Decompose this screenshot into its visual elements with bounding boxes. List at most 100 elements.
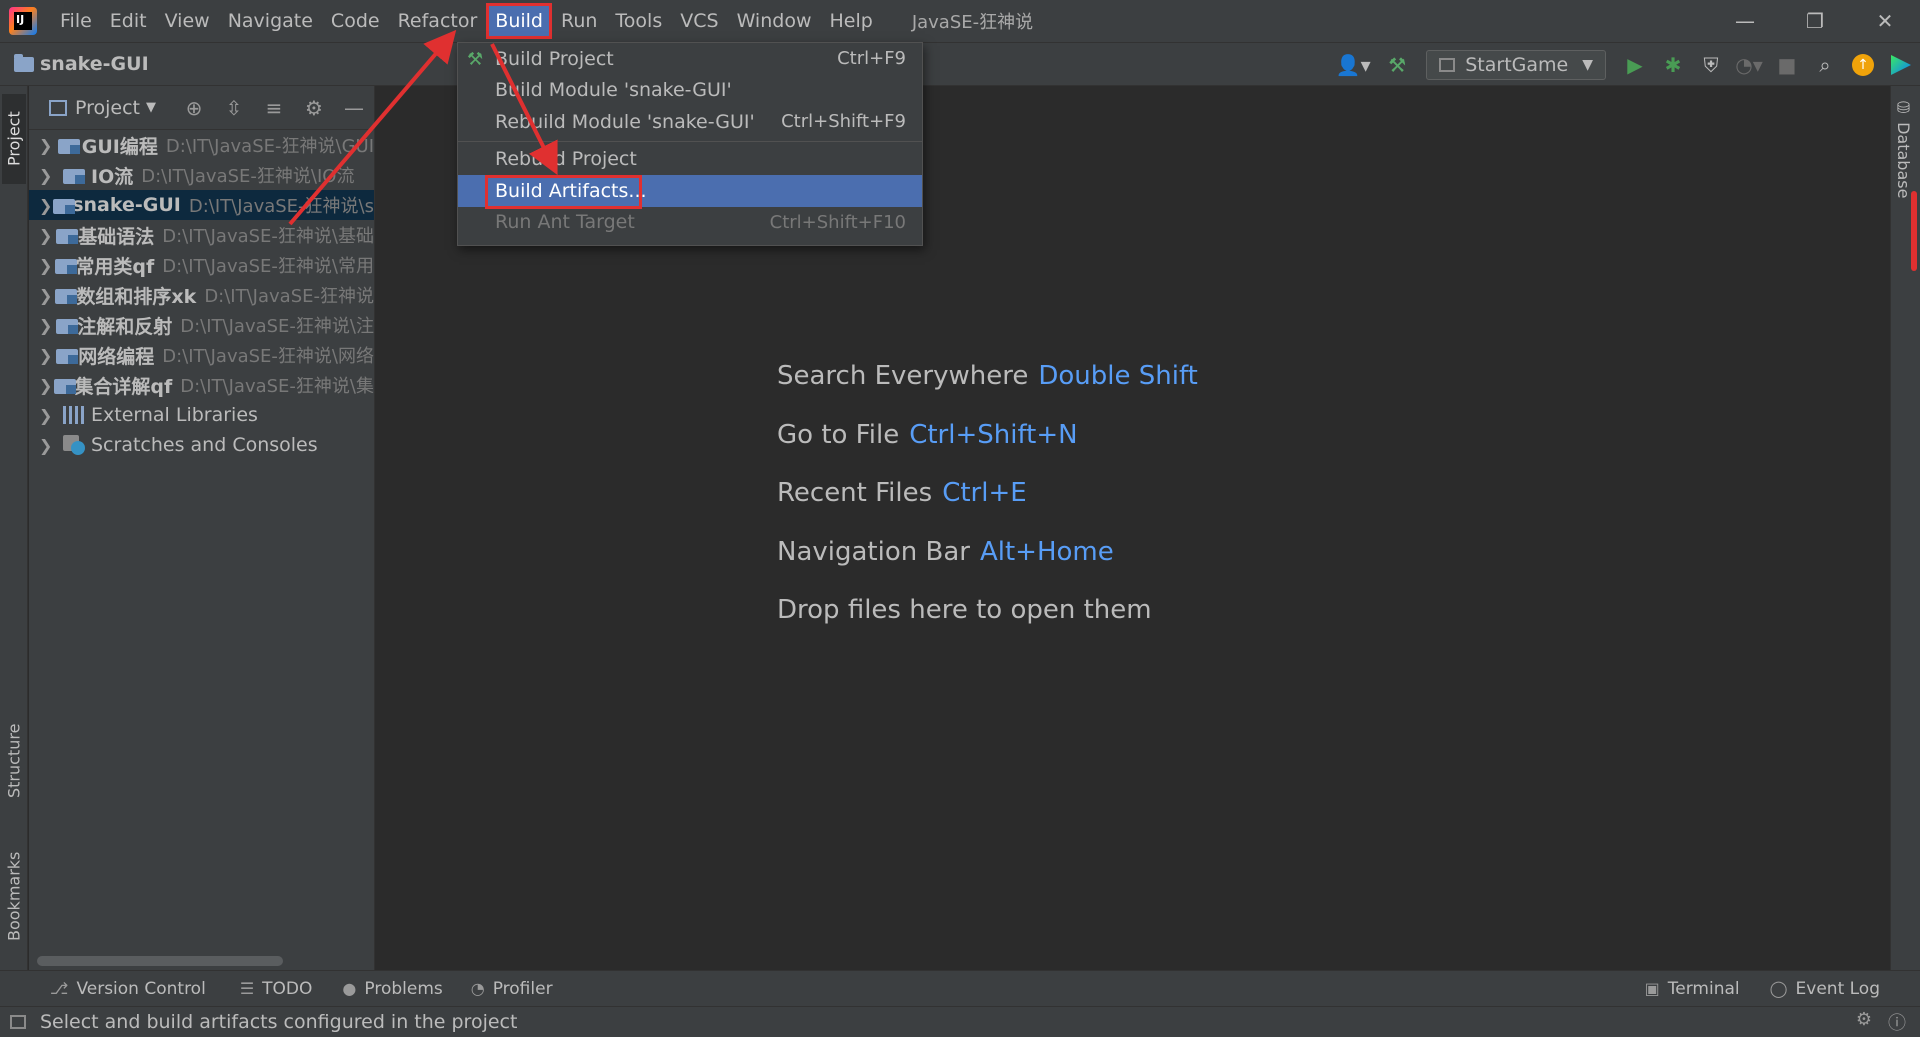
chevron-right-icon[interactable]: ❯ — [39, 196, 53, 215]
tab-structure[interactable]: Structure — [2, 706, 26, 816]
inspections-icon[interactable]: ⚙ — [1856, 1009, 1872, 1035]
chevron-right-icon[interactable]: ❯ — [39, 376, 54, 395]
close-icon[interactable]: ✕ — [1850, 0, 1920, 42]
tool-label: Problems — [364, 978, 443, 999]
menu-refactor[interactable]: Refactor — [389, 3, 487, 39]
tool-problems[interactable]: ● Problems — [342, 979, 442, 999]
tree-item[interactable]: ❯ 注解和反射 D:\IT\JavaSE-狂神说\注 — [29, 310, 374, 340]
restore-icon[interactable]: ❐ — [1780, 0, 1850, 42]
layout-toggle-icon[interactable] — [10, 1015, 26, 1029]
scratches-icon — [63, 435, 85, 455]
tree-item-selected[interactable]: ❯ snake-GUI D:\IT\JavaSE-狂神说\s — [29, 190, 374, 220]
user-icon[interactable]: 👤▾ — [1328, 43, 1378, 87]
tab-database[interactable]: ⛁ Database — [1894, 98, 1913, 198]
menu-item-rebuild-project[interactable]: Rebuild Project — [458, 144, 922, 176]
chevron-right-icon[interactable]: ❯ — [39, 286, 55, 305]
menu-view[interactable]: View — [156, 3, 219, 39]
tree-item-scratches[interactable]: ❯ Scratches and Consoles — [29, 430, 374, 460]
module-icon — [54, 376, 77, 394]
chevron-right-icon[interactable]: ❯ — [39, 226, 56, 245]
tree-item[interactable]: ❯ 集合详解qf D:\IT\JavaSE-狂神说\集 — [29, 370, 374, 400]
tab-project[interactable]: Project — [2, 94, 26, 184]
menu-vcs[interactable]: VCS — [671, 3, 727, 39]
tree-item-name: 集合详解qf — [74, 375, 173, 398]
stop-icon[interactable]: ■ — [1768, 43, 1806, 87]
menu-help[interactable]: Help — [820, 3, 881, 39]
bottom-tool-bar: ⎇ Version Control ☰ TODO ● Problems ◔ Profil… — [0, 970, 1920, 1006]
project-panel-actions: ⊕ ⇳ ≡ ⚙ — — [174, 96, 374, 120]
tree-item[interactable]: ❯ IO流 D:\IT\JavaSE-狂神说\IO流 — [29, 160, 374, 190]
minimize-icon[interactable]: — — [1710, 0, 1780, 42]
tree-item[interactable]: ❯ 基础语法 D:\IT\JavaSE-狂神说\基础 — [29, 220, 374, 250]
tree-item-name: GUI编程 — [81, 135, 158, 158]
tree-item-external-libraries[interactable]: ❯ External Libraries — [29, 400, 374, 430]
menu-bar: IJ File Edit View Navigate Code Refactor… — [0, 0, 1920, 42]
jetbrains-toolbox-icon[interactable] — [1882, 43, 1920, 87]
tool-terminal[interactable]: ▣ Terminal — [1645, 979, 1740, 999]
tree-item[interactable]: ❯ 网络编程 D:\IT\JavaSE-狂神说\网络 — [29, 340, 374, 370]
run-config-label: StartGame — [1465, 54, 1569, 76]
profile-icon[interactable]: ◔▾ — [1730, 43, 1768, 87]
menu-item-build-project[interactable]: ⚒ Build Project Ctrl+F9 — [458, 43, 922, 75]
chevron-right-icon[interactable]: ❯ — [39, 256, 55, 275]
tree-item[interactable]: ❯ 常用类qf D:\IT\JavaSE-狂神说\常用 — [29, 250, 374, 280]
tool-version-control[interactable]: ⎇ Version Control — [50, 979, 206, 999]
hide-icon[interactable]: — — [334, 96, 374, 120]
run-icon[interactable]: ▶ — [1616, 43, 1654, 87]
profiler-icon: ◔ — [470, 979, 485, 998]
tree-item[interactable]: ❯ 数组和排序xk D:\IT\JavaSE-狂神说 — [29, 280, 374, 310]
tool-label: Version Control — [76, 978, 206, 999]
run-config-selector[interactable]: StartGame ▼ — [1426, 50, 1606, 80]
chevron-right-icon[interactable]: ❯ — [39, 316, 56, 335]
breadcrumb-project[interactable]: snake-GUI — [14, 53, 149, 75]
build-hammer-icon[interactable]: ⚒ — [1378, 43, 1416, 87]
locate-icon[interactable]: ⊕ — [174, 96, 214, 120]
menu-item-label: Rebuild Project — [495, 148, 637, 171]
chevron-right-icon[interactable]: ❯ — [39, 136, 58, 155]
module-icon — [63, 166, 85, 184]
notifications-icon[interactable]: ⓘ — [1888, 1009, 1906, 1035]
menu-window[interactable]: Window — [728, 3, 821, 39]
hint-text: Recent Files — [777, 478, 933, 508]
update-icon[interactable]: ↑ — [1844, 43, 1882, 87]
menu-navigate[interactable]: Navigate — [219, 3, 322, 39]
tree-item-name: External Libraries — [91, 404, 258, 426]
menu-edit[interactable]: Edit — [101, 3, 156, 39]
menu-run[interactable]: Run — [552, 3, 606, 39]
horizontal-scrollbar[interactable] — [37, 956, 283, 966]
debug-icon[interactable]: ✱ — [1654, 43, 1692, 87]
project-tree: ❯ GUI编程 D:\IT\JavaSE-狂神说\GUI ❯ IO流 D:\IT… — [29, 130, 374, 460]
chevron-right-icon[interactable]: ❯ — [39, 346, 56, 365]
menu-code[interactable]: Code — [322, 3, 389, 39]
tab-bookmarks[interactable]: Bookmarks — [2, 836, 26, 956]
menu-item-build-artifacts[interactable]: Build Artifacts... — [458, 175, 922, 209]
gear-icon[interactable]: ⚙ — [294, 96, 334, 120]
menu-item-rebuild-module[interactable]: Rebuild Module 'snake-GUI' Ctrl+Shift+F9 — [458, 106, 922, 138]
collapse-all-icon[interactable]: ≡ — [254, 96, 294, 120]
menu-item-run-ant-target: Run Ant Target Ctrl+Shift+F10 — [458, 207, 922, 239]
menu-file[interactable]: File — [51, 3, 101, 39]
config-icon — [1439, 58, 1456, 72]
menu-tools[interactable]: Tools — [606, 3, 671, 39]
tree-item-path: D:\IT\JavaSE-狂神说\常用 — [162, 256, 374, 277]
module-icon — [54, 256, 77, 274]
hint-navigation-bar: Navigation Bar Alt+Home — [777, 537, 1198, 596]
menu-item-build-module[interactable]: Build Module 'snake-GUI' — [458, 75, 922, 107]
menu-build[interactable]: Build — [486, 3, 552, 39]
tool-event-log[interactable]: ◯ Event Log — [1770, 979, 1880, 999]
chevron-right-icon[interactable]: ❯ — [39, 436, 63, 455]
expand-all-icon[interactable]: ⇳ — [214, 96, 254, 120]
tool-label: Terminal — [1667, 978, 1740, 999]
coverage-icon[interactable]: ⛨ — [1692, 43, 1730, 87]
chevron-right-icon[interactable]: ❯ — [39, 166, 63, 185]
search-icon[interactable]: ⌕ — [1806, 43, 1844, 87]
tool-todo[interactable]: ☰ TODO — [240, 979, 313, 999]
hint-shortcut: Ctrl+E — [942, 478, 1027, 508]
tree-item-name: snake-GUI — [72, 194, 181, 216]
tree-item-path: D:\IT\JavaSE-狂神说\注 — [180, 316, 374, 337]
tool-profiler[interactable]: ◔ Profiler — [471, 979, 553, 999]
tree-item-path: D:\IT\JavaSE-狂神说\IO流 — [141, 166, 355, 187]
project-view-selector[interactable]: Project ▼ — [49, 97, 156, 119]
tree-item[interactable]: ❯ GUI编程 D:\IT\JavaSE-狂神说\GUI — [29, 130, 374, 160]
chevron-right-icon[interactable]: ❯ — [39, 406, 63, 425]
